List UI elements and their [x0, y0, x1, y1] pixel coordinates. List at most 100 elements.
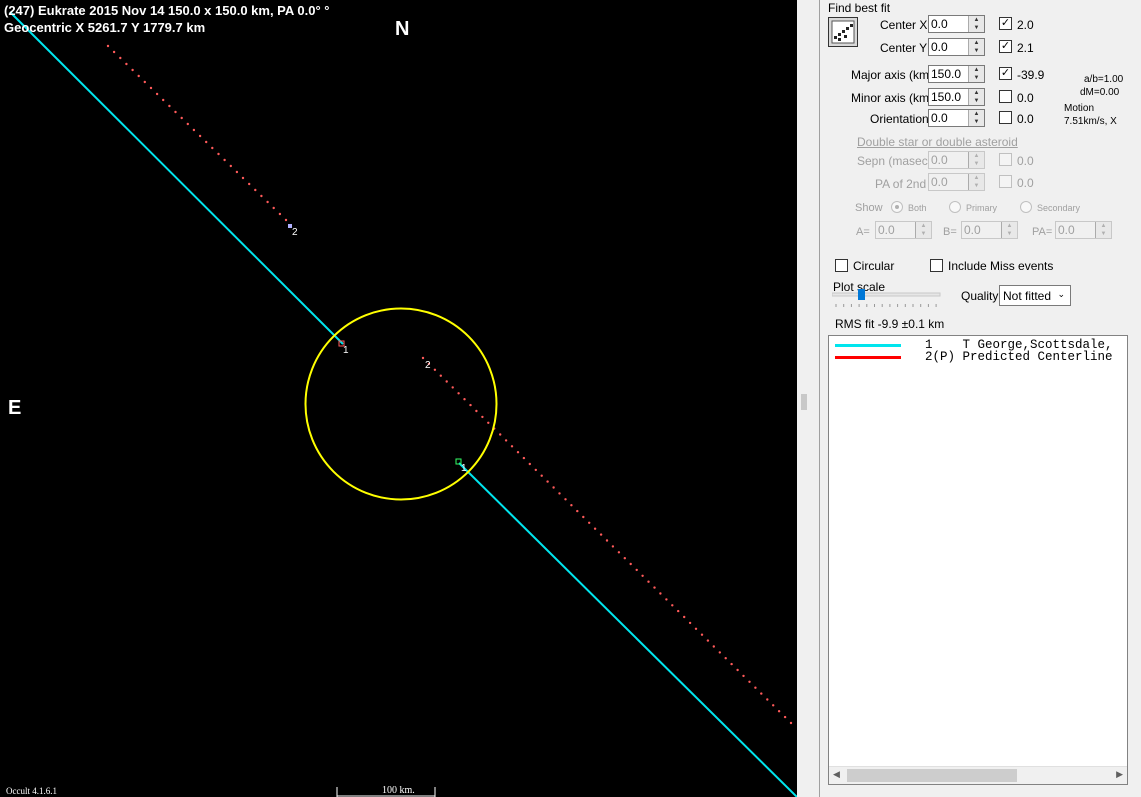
- occultation-plot[interactable]: (247) Eukrate 2015 Nov 14 150.0 x 150.0 …: [0, 0, 797, 797]
- center-x-checkbox[interactable]: ✓: [999, 17, 1012, 30]
- legend-line-swatch: [835, 356, 901, 359]
- spin-down-icon[interactable]: ▼: [1096, 230, 1111, 238]
- predicted-centerline-dot: [278, 212, 282, 216]
- predicted-centerline-dot: [266, 200, 269, 204]
- spin-up-icon[interactable]: ▲: [969, 110, 984, 118]
- pa-spinner[interactable]: 0.0 ▲ ▼: [1055, 221, 1112, 239]
- center-y-checkbox[interactable]: ✓: [999, 40, 1012, 53]
- predicted-centerline-dot: [192, 128, 196, 132]
- find-best-fit-button[interactable]: [828, 17, 858, 47]
- spin-up-icon[interactable]: ▲: [969, 89, 984, 97]
- major-axis-value: 150.0: [931, 67, 962, 81]
- major-axis-spinner[interactable]: 150.0 ▲ ▼: [928, 65, 985, 83]
- center-x-spinner[interactable]: 0.0 ▲ ▼: [928, 15, 985, 33]
- spin-up-icon[interactable]: ▲: [969, 39, 984, 47]
- geocentric-coordinates: Geocentric X 5261.7 Y 1779.7 km: [4, 20, 206, 35]
- predicted-centerline-dot: [433, 368, 437, 371]
- predicted-centerline-dot: [510, 445, 514, 448]
- major-axis-label: Major axis (km): [851, 68, 934, 82]
- chord-label: 1: [461, 463, 467, 474]
- predicted-centerline-dot: [677, 609, 680, 613]
- spin-down-icon[interactable]: ▼: [969, 74, 984, 82]
- spin-down-icon[interactable]: ▼: [969, 24, 984, 32]
- predicted-centerline-upper: [106, 44, 288, 222]
- double-star-link[interactable]: Double star or double asteroid: [857, 135, 1018, 149]
- b-label: B=: [943, 226, 957, 238]
- pa-value: 0.0: [1058, 223, 1075, 237]
- show-primary-radio[interactable]: [949, 201, 961, 213]
- spin-up-icon[interactable]: ▲: [969, 152, 984, 160]
- chord-legend[interactable]: 1 T George,Scottsdale, 2(P) Predicted Ce…: [828, 335, 1128, 785]
- pa2-checkbox[interactable]: [999, 175, 1012, 188]
- predicted-centerline-dot: [528, 462, 531, 466]
- major-axis-checkbox[interactable]: ✓: [999, 67, 1012, 80]
- quality-select[interactable]: Not fitted ⌄: [999, 285, 1071, 306]
- predicted-centerline-dot: [748, 680, 751, 683]
- predicted-centerline-dot: [186, 122, 189, 126]
- pa2-spinner[interactable]: 0.0 ▲ ▼: [928, 173, 985, 191]
- show-both-radio[interactable]: [891, 201, 903, 213]
- center-y-value: 0.0: [931, 40, 948, 54]
- major-axis-fit-value: -39.9: [1017, 68, 1045, 82]
- chord-label: 2: [292, 227, 298, 238]
- orientation-spinner[interactable]: 0.0 ▲ ▼: [928, 109, 985, 127]
- scroll-right-icon[interactable]: ▶: [1116, 769, 1123, 780]
- spin-up-icon[interactable]: ▲: [969, 174, 984, 182]
- plot-scale-slider[interactable]: [831, 288, 942, 312]
- spin-down-icon[interactable]: ▼: [969, 47, 984, 55]
- find-best-fit-label: Find best fit: [828, 1, 891, 15]
- show-secondary-radio[interactable]: [1020, 201, 1032, 213]
- predicted-centerline-dot: [198, 134, 202, 138]
- spin-down-icon[interactable]: ▼: [969, 97, 984, 105]
- predicted-centerline-dot: [754, 686, 757, 689]
- spin-up-icon[interactable]: ▲: [916, 222, 931, 230]
- predicted-centerline-dot: [439, 374, 442, 377]
- spin-down-icon[interactable]: ▼: [969, 182, 984, 190]
- scroll-left-icon[interactable]: ◀: [833, 769, 840, 780]
- spin-up-icon[interactable]: ▲: [1096, 222, 1111, 230]
- orientation-checkbox[interactable]: [999, 111, 1012, 124]
- plot-canvas: [9, 11, 797, 797]
- predicted-centerline-dot: [629, 562, 632, 566]
- spin-down-icon[interactable]: ▼: [969, 118, 984, 126]
- predicted-centerline-dot: [522, 456, 526, 460]
- predicted-centerline-dot: [546, 480, 549, 483]
- predicted-centerline-dot: [174, 110, 177, 114]
- b-spinner[interactable]: 0.0 ▲ ▼: [961, 221, 1018, 239]
- fit-chart-icon: [831, 20, 855, 44]
- splitter-grip[interactable]: [801, 394, 807, 410]
- spin-up-icon[interactable]: ▲: [969, 66, 984, 74]
- predicted-centerline-dot: [457, 392, 460, 395]
- chevron-down-icon: ⌄: [1057, 289, 1065, 299]
- rms-fit: RMS fit -9.9 ±0.1 km: [835, 317, 945, 331]
- sepn-checkbox[interactable]: [999, 153, 1012, 166]
- asteroid-profile-ellipse: [304, 307, 498, 501]
- spin-down-icon[interactable]: ▼: [969, 160, 984, 168]
- a-label: A=: [856, 226, 870, 238]
- spin-down-icon[interactable]: ▼: [1002, 230, 1017, 238]
- spin-down-icon[interactable]: ▼: [916, 230, 931, 238]
- circular-checkbox[interactable]: [835, 259, 848, 272]
- minor-axis-spinner[interactable]: 150.0 ▲ ▼: [928, 88, 985, 106]
- scale-label: 100 km.: [382, 785, 415, 796]
- spin-up-icon[interactable]: ▲: [969, 16, 984, 24]
- legend-horizontal-scrollbar[interactable]: ◀ ▶: [829, 766, 1127, 784]
- orientation-label: Orientation: [870, 112, 929, 126]
- pa2-value: 0.0: [931, 175, 948, 189]
- center-x-label: Center X: [880, 18, 928, 32]
- center-y-spinner[interactable]: 0.0 ▲ ▼: [928, 38, 985, 56]
- include-miss-checkbox[interactable]: [930, 259, 943, 272]
- sepn-spinner[interactable]: 0.0 ▲ ▼: [928, 151, 985, 169]
- a-spinner[interactable]: 0.0 ▲ ▼: [875, 221, 932, 239]
- predicted-centerline-dot: [106, 44, 110, 48]
- scroll-thumb[interactable]: [847, 769, 1017, 782]
- predicted-centerline-dot: [229, 164, 232, 168]
- sepn-value: 0.0: [931, 153, 948, 167]
- predicted-centerline-dot: [576, 509, 579, 513]
- minor-axis-checkbox[interactable]: [999, 90, 1012, 103]
- predicted-centerline-dot: [789, 721, 793, 725]
- pa2-label: PA of 2nd: [875, 177, 927, 191]
- spin-up-icon[interactable]: ▲: [1002, 222, 1017, 230]
- predicted-centerline-dot: [724, 657, 727, 660]
- legend-line-swatch: [835, 344, 901, 347]
